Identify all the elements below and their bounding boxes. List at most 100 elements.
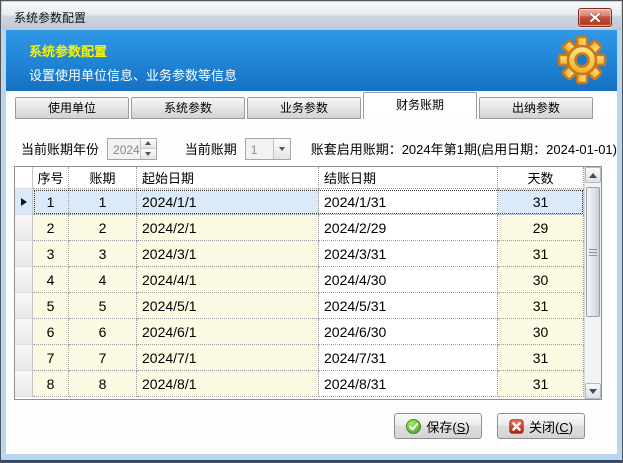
row-selector-cell[interactable] <box>15 189 33 215</box>
table-row[interactable]: 882024/8/12024/8/3131 <box>15 371 584 397</box>
table-cell[interactable]: 3 <box>69 241 137 267</box>
table-cell[interactable]: 2024/6/30 <box>319 319 498 345</box>
titlebar[interactable]: 系统参数配置 <box>2 2 621 30</box>
table-cell[interactable]: 30 <box>498 319 584 345</box>
row-selector-cell[interactable] <box>15 345 33 371</box>
tab-business-params[interactable]: 业务参数 <box>247 97 361 119</box>
table-cell[interactable]: 4 <box>69 267 137 293</box>
table-cell[interactable]: 2024/8/1 <box>137 371 319 397</box>
table-row[interactable]: 772024/7/12024/7/3131 <box>15 345 584 371</box>
table-cell[interactable]: 2024/1/31 <box>319 189 498 215</box>
table-cell[interactable]: 5 <box>33 293 69 319</box>
table-row[interactable]: 662024/6/12024/6/3030 <box>15 319 584 345</box>
year-spinner[interactable]: 2024 <box>107 138 157 160</box>
row-selector-cell[interactable] <box>15 215 33 241</box>
close-x-icon <box>589 13 601 22</box>
save-check-icon <box>406 419 421 434</box>
row-selector-header <box>15 167 33 189</box>
column-header[interactable]: 账期 <box>69 167 137 189</box>
table-cell[interactable]: 8 <box>69 371 137 397</box>
period-table: 序号账期起始日期结账日期天数112024/1/12024/1/313122202… <box>14 166 602 400</box>
bottom-button-row: 保存(S) 关闭(C) <box>394 413 585 439</box>
table-cell[interactable]: 4 <box>33 267 69 293</box>
close-button[interactable]: 关闭(C) <box>497 413 585 439</box>
column-header[interactable]: 天数 <box>498 167 584 189</box>
tab-page-finance-period: 当前账期年份 2024 当前账期 1 账套启用账期：2024年第1期(启用日期：… <box>6 119 617 454</box>
row-selector-cell[interactable] <box>15 241 33 267</box>
table-cell[interactable]: 2024/4/1 <box>137 267 319 293</box>
row-selector-cell[interactable] <box>15 319 33 345</box>
vertical-scrollbar[interactable] <box>584 167 601 399</box>
dialog-bottom-edge <box>1 460 622 462</box>
scroll-down-button[interactable] <box>585 383 601 399</box>
tab-system-params[interactable]: 系统参数 <box>131 97 245 119</box>
column-header[interactable]: 序号 <box>33 167 69 189</box>
gear-icon <box>556 34 608 86</box>
table-cell[interactable]: 31 <box>498 371 584 397</box>
table-cell[interactable]: 30 <box>498 267 584 293</box>
spinner-up-icon[interactable] <box>141 139 156 150</box>
table-cell[interactable]: 2024/1/1 <box>137 189 319 215</box>
spinner-down-icon[interactable] <box>141 149 156 159</box>
table-cell[interactable]: 1 <box>33 189 69 215</box>
table-cell[interactable]: 2024/3/1 <box>137 241 319 267</box>
table-row[interactable]: 442024/4/12024/4/3030 <box>15 267 584 293</box>
table-row[interactable]: 222024/2/12024/2/2929 <box>15 215 584 241</box>
period-dropdown[interactable]: 1 <box>245 138 291 160</box>
table-row[interactable]: 552024/5/12024/5/3131 <box>15 293 584 319</box>
table-cell[interactable]: 6 <box>33 319 69 345</box>
table-cell[interactable]: 6 <box>69 319 137 345</box>
scrollbar-thumb[interactable] <box>586 187 600 317</box>
row-selector-cell[interactable] <box>15 293 33 319</box>
row-selector-cell[interactable] <box>15 371 33 397</box>
table-cell[interactable]: 2 <box>69 215 137 241</box>
table-cell[interactable]: 5 <box>69 293 137 319</box>
table-cell[interactable]: 2024/2/29 <box>319 215 498 241</box>
tab-cashier-params[interactable]: 出纳参数 <box>479 97 593 119</box>
tab-finance-period[interactable]: 财务账期 <box>363 92 477 119</box>
table-cell[interactable]: 2024/3/31 <box>319 241 498 267</box>
table-cell[interactable]: 3 <box>33 241 69 267</box>
table-cell[interactable]: 7 <box>33 345 69 371</box>
save-button[interactable]: 保存(S) <box>394 413 482 439</box>
dialog-header: 系统参数配置 设置使用单位信息、业务参数等信息 <box>6 30 617 91</box>
header-subtitle: 设置使用单位信息、业务参数等信息 <box>29 65 237 84</box>
period-value: 1 <box>246 139 273 159</box>
table-row[interactable]: 332024/3/12024/3/3131 <box>15 241 584 267</box>
system-parameter-dialog: 系统参数配置 系统参数配置 设置使用单位信息、业务参数等信息 <box>0 0 623 463</box>
table-cell[interactable]: 31 <box>498 241 584 267</box>
tab-strip: 使用单位系统参数业务参数财务账期出纳参数 <box>6 91 617 119</box>
table-cell[interactable]: 2024/2/1 <box>137 215 319 241</box>
table-cell[interactable]: 2 <box>33 215 69 241</box>
table-cell[interactable]: 2024/8/31 <box>319 371 498 397</box>
table-cell[interactable]: 2024/4/30 <box>319 267 498 293</box>
table-cell[interactable]: 31 <box>498 345 584 371</box>
table-cell[interactable]: 2024/5/1 <box>137 293 319 319</box>
window-title: 系统参数配置 <box>14 9 86 26</box>
year-value: 2024 <box>108 139 140 159</box>
table-cell[interactable]: 7 <box>69 345 137 371</box>
row-selector-cell[interactable] <box>15 267 33 293</box>
table-cell[interactable]: 2024/6/1 <box>137 319 319 345</box>
table-cell[interactable]: 31 <box>498 189 584 215</box>
spinner-buttons <box>140 139 156 159</box>
table-rows-container: 序号账期起始日期结账日期天数112024/1/12024/1/313122202… <box>15 167 584 399</box>
table-row[interactable]: 112024/1/12024/1/3131 <box>15 189 584 215</box>
close-red-x-icon <box>509 419 524 434</box>
year-label: 当前账期年份 <box>21 139 99 158</box>
table-cell[interactable]: 1 <box>69 189 137 215</box>
column-header[interactable]: 结账日期 <box>319 167 498 189</box>
table-cell[interactable]: 2024/5/31 <box>319 293 498 319</box>
current-row-arrow-icon <box>21 198 27 206</box>
dropdown-arrow-icon[interactable] <box>273 139 290 159</box>
table-cell[interactable]: 2024/7/31 <box>319 345 498 371</box>
titlebar-close-button[interactable] <box>578 8 612 27</box>
scroll-up-button[interactable] <box>585 167 601 183</box>
table-cell[interactable]: 31 <box>498 293 584 319</box>
column-header[interactable]: 起始日期 <box>137 167 319 189</box>
tab-company-info[interactable]: 使用单位 <box>15 97 129 119</box>
period-info-text: 账套启用账期：2024年第1期(启用日期：2024-01-01) <box>311 139 617 158</box>
table-cell[interactable]: 2024/7/1 <box>137 345 319 371</box>
table-cell[interactable]: 29 <box>498 215 584 241</box>
table-cell[interactable]: 8 <box>33 371 69 397</box>
